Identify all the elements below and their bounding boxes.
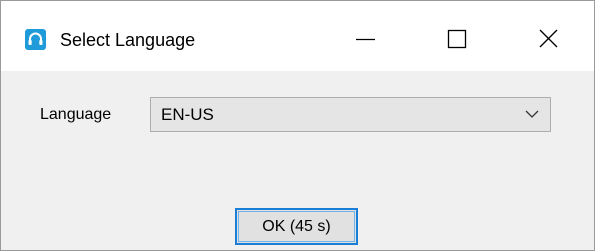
ok-button-label: OK (45 s) (262, 218, 331, 235)
minimize-button[interactable] (319, 1, 411, 71)
maximize-button[interactable] (411, 1, 503, 71)
close-button[interactable] (503, 1, 594, 71)
title-bar[interactable]: Select Language (1, 1, 594, 71)
close-icon (539, 29, 558, 48)
select-language-dialog: Select Language Language EN-US OK (45 s) (0, 0, 595, 251)
ok-button[interactable]: OK (45 s) (235, 208, 358, 245)
language-select-value: EN-US (161, 105, 214, 124)
maximize-icon (447, 29, 467, 49)
window-title: Select Language (60, 30, 196, 50)
language-label: Language (40, 106, 112, 123)
language-select[interactable]: EN-US (150, 97, 551, 132)
headset-icon (25, 29, 46, 50)
minimize-icon (356, 38, 375, 41)
chevron-down-icon (525, 110, 539, 118)
